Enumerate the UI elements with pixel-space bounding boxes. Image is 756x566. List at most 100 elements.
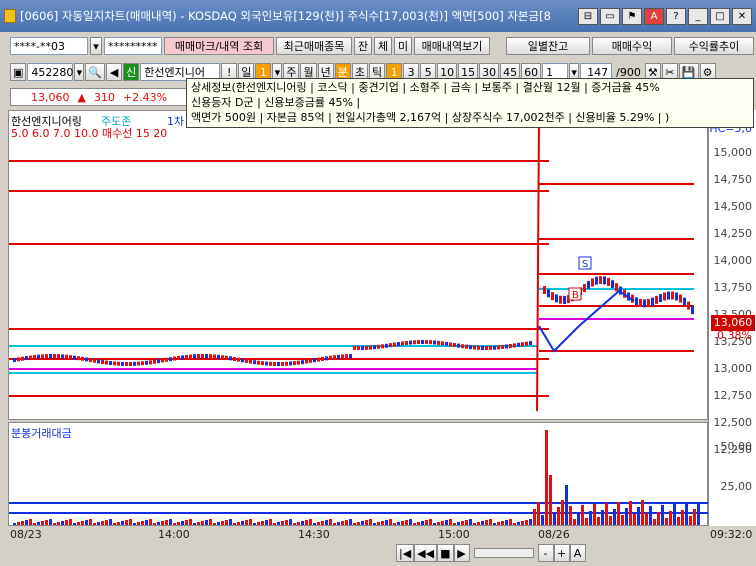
candle bbox=[543, 286, 546, 294]
volume-bar bbox=[25, 520, 28, 525]
volume-bar bbox=[121, 521, 124, 525]
volume-bar bbox=[101, 521, 104, 525]
speaker-icon[interactable]: ◀ bbox=[106, 63, 123, 81]
volume-bar bbox=[377, 522, 380, 525]
stock-code-input[interactable]: 452280 bbox=[27, 63, 74, 81]
password-field[interactable]: ********* bbox=[104, 37, 162, 55]
unexecuted-button[interactable]: 미 bbox=[394, 37, 412, 55]
volume-bar bbox=[313, 523, 316, 525]
candle bbox=[277, 361, 280, 366]
price-chart-svg[interactable]: B S bbox=[9, 110, 709, 421]
volume-bar bbox=[661, 505, 664, 525]
volume-bar bbox=[193, 523, 196, 525]
volume-bar bbox=[497, 522, 500, 525]
volume-bar bbox=[197, 522, 200, 525]
profit-trend-button[interactable]: 수익률추이 bbox=[674, 37, 754, 55]
candle bbox=[77, 356, 80, 361]
chart-scrollbar[interactable]: |◀ ◀◀ ■ ▶ - + A bbox=[0, 544, 756, 562]
scroll-prev-icon[interactable]: ◀◀ bbox=[414, 544, 438, 562]
volume-bar bbox=[445, 520, 448, 525]
candle bbox=[197, 354, 200, 359]
candle bbox=[353, 345, 356, 350]
candle bbox=[461, 344, 464, 349]
volume-chart[interactable]: 분봉거래대금 bbox=[8, 422, 709, 527]
volume-bar bbox=[669, 511, 672, 525]
maximize-button[interactable]: □ bbox=[710, 8, 730, 25]
volume-bar bbox=[325, 520, 328, 525]
magnifier-icon[interactable]: 🔍 bbox=[85, 63, 106, 81]
font-icon[interactable]: A bbox=[569, 544, 586, 562]
price-chart[interactable]: B S 한선엔지니어링 5.0 6.0 7.0 10.0 매수선 15 20 주… bbox=[8, 110, 708, 420]
trade-list-button[interactable]: 매매내역보기 bbox=[414, 37, 490, 55]
candle bbox=[213, 354, 216, 359]
volume-chart-svg[interactable] bbox=[9, 423, 709, 527]
candle bbox=[509, 343, 512, 348]
zoom-out-icon[interactable]: - bbox=[537, 544, 554, 562]
help-button[interactable]: ? bbox=[666, 8, 686, 25]
candle bbox=[587, 280, 590, 289]
volume-bar bbox=[61, 521, 64, 525]
scroll-stop-icon[interactable]: ■ bbox=[437, 544, 454, 562]
volume-bar bbox=[97, 522, 100, 525]
code-dropdown-icon[interactable]: ▾ bbox=[74, 63, 85, 81]
candle bbox=[409, 340, 412, 345]
volume-bar bbox=[281, 521, 284, 525]
candle bbox=[413, 340, 416, 345]
balance-button[interactable]: 잔 bbox=[354, 37, 372, 55]
account-select[interactable]: ****-**03 bbox=[10, 37, 88, 55]
candle bbox=[687, 301, 690, 310]
volume-bar bbox=[277, 522, 280, 525]
volume-bar bbox=[213, 523, 216, 525]
minimize-button[interactable]: _ bbox=[688, 8, 708, 25]
candle bbox=[429, 340, 432, 345]
code-search-icon[interactable]: ▣ bbox=[10, 63, 27, 81]
volume-bar bbox=[289, 519, 292, 525]
window-size-button[interactable]: ⊟ bbox=[578, 8, 598, 25]
candle bbox=[129, 361, 132, 366]
volume-bar bbox=[261, 521, 264, 525]
account-dropdown-icon[interactable]: ▾ bbox=[90, 37, 102, 55]
volume-bar bbox=[461, 521, 464, 525]
volume-bar bbox=[273, 523, 276, 525]
volume-bar bbox=[177, 522, 180, 525]
volume-bar bbox=[501, 521, 504, 525]
window-tile-button[interactable]: ▭ bbox=[600, 8, 620, 25]
volume-bar bbox=[93, 523, 96, 525]
daily-balance-button[interactable]: 일별잔고 bbox=[506, 37, 590, 55]
candle bbox=[369, 345, 372, 350]
executed-button[interactable]: 체 bbox=[374, 37, 392, 55]
volume-bar bbox=[613, 509, 616, 525]
volume-bar bbox=[149, 519, 152, 525]
price-tick: 12,500 bbox=[713, 416, 753, 429]
volume-bar bbox=[673, 504, 676, 525]
candle bbox=[555, 294, 558, 303]
volume-bar bbox=[553, 514, 556, 525]
candle bbox=[141, 361, 144, 366]
price-tick: 13,000 bbox=[713, 362, 753, 375]
candle bbox=[241, 358, 244, 363]
volume-bar bbox=[401, 521, 404, 525]
price-tick: 14,750 bbox=[713, 173, 753, 186]
scroll-next-icon[interactable]: ▶ bbox=[453, 544, 470, 562]
window-flag-button[interactable]: ⚑ bbox=[622, 8, 642, 25]
zoom-in-icon[interactable]: + bbox=[553, 544, 570, 562]
trade-profit-button[interactable]: 매매수익 bbox=[592, 37, 672, 55]
volume-bar bbox=[249, 519, 252, 525]
volume-bar bbox=[69, 519, 72, 525]
volume-bar bbox=[637, 507, 640, 525]
trade-mark-query-button[interactable]: 매매마크/내역 조회 bbox=[164, 37, 274, 55]
candle bbox=[289, 361, 292, 366]
font-size-button[interactable]: A bbox=[644, 8, 664, 25]
up-arrow-icon: ▲ bbox=[77, 90, 86, 104]
candle bbox=[583, 284, 586, 293]
scroll-track[interactable] bbox=[473, 548, 534, 558]
volume-bar bbox=[269, 519, 272, 525]
current-price: 13,060 bbox=[31, 90, 70, 104]
close-button[interactable]: ✕ bbox=[732, 8, 752, 25]
recent-stocks-button[interactable]: 최근매매종목 bbox=[276, 37, 352, 55]
volume-bar bbox=[125, 520, 128, 525]
scroll-first-icon[interactable]: |◀ bbox=[396, 544, 415, 562]
ma-spike-line bbox=[536, 110, 550, 412]
volume-bar bbox=[265, 520, 268, 525]
candle bbox=[245, 358, 248, 363]
